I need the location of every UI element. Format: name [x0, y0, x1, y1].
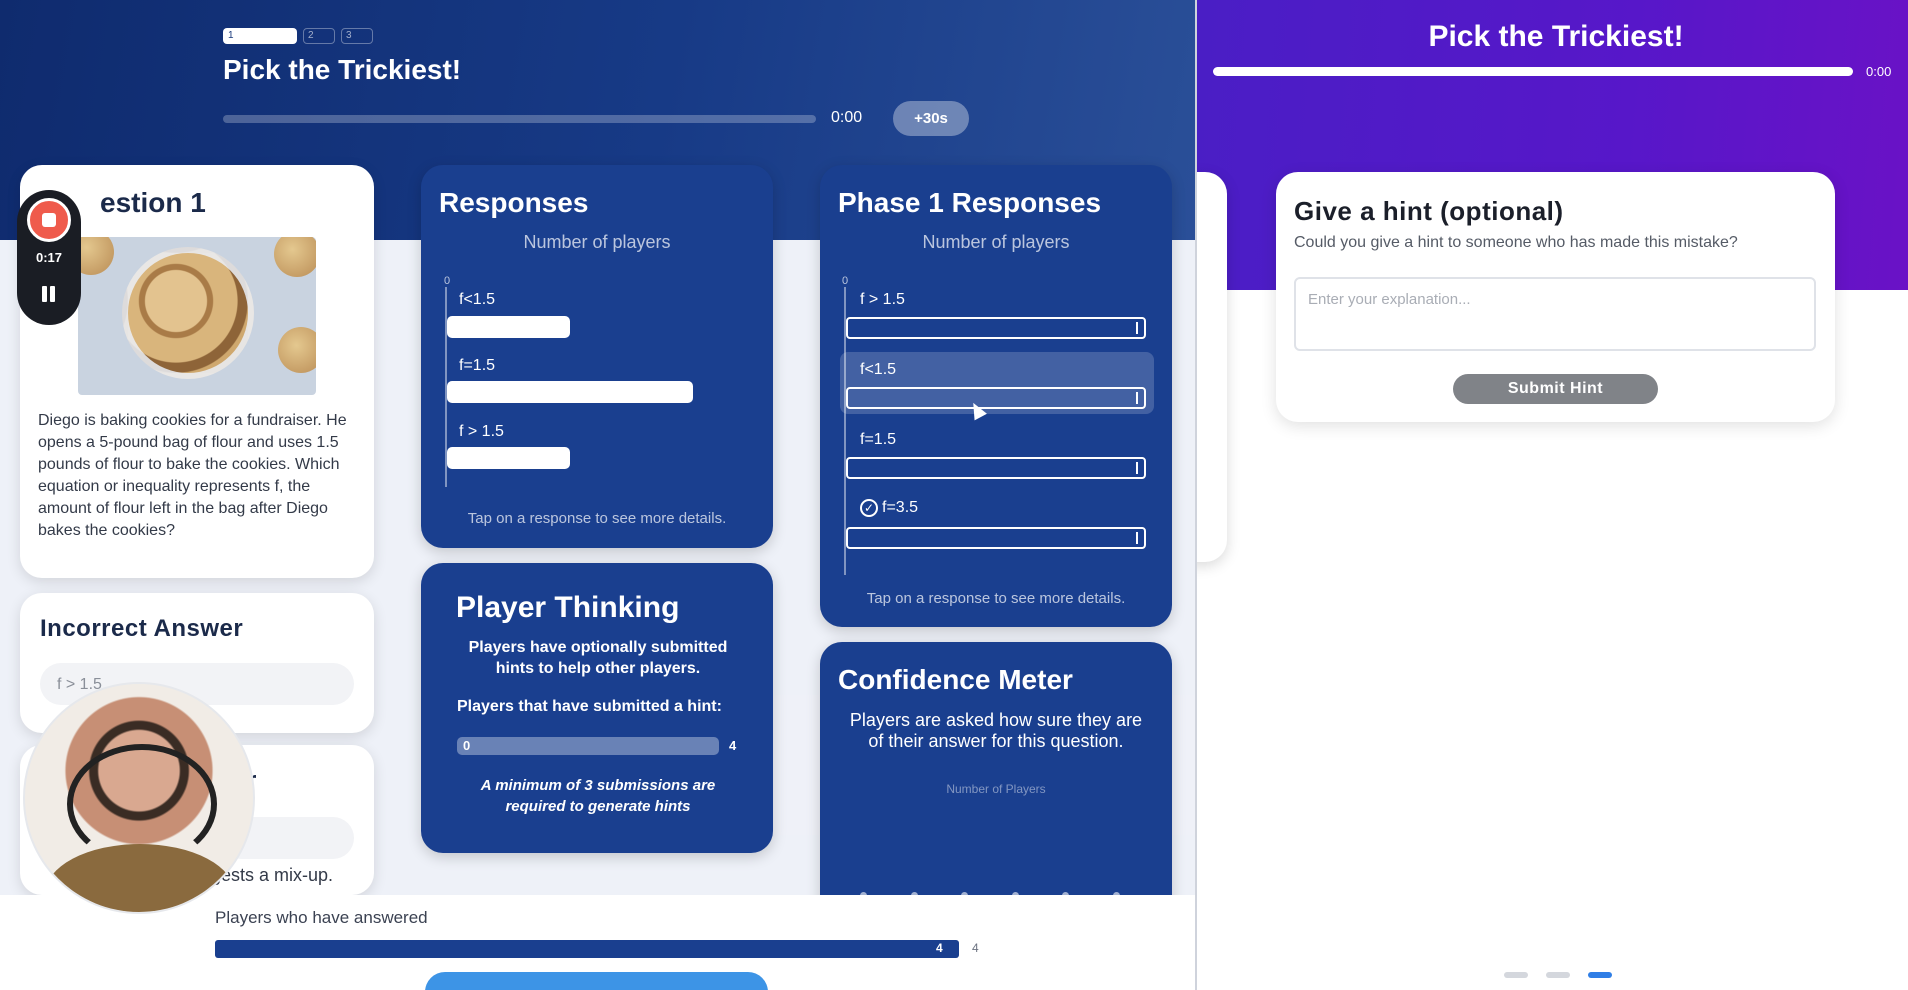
phase1-subtitle: Number of players [922, 232, 1070, 252]
check-circle-icon: ✓ [860, 499, 878, 517]
question-image [78, 237, 316, 395]
answered-progress-fill [215, 940, 959, 958]
answered-label: Players who have answered [215, 908, 428, 927]
hint-bar-min: 0 [463, 738, 471, 753]
student-pane: Pick the Trickiest! 0:00 Give a hint (op… [1197, 0, 1908, 990]
responses-title: Responses [439, 187, 589, 218]
pager [1504, 972, 1612, 978]
phase1-footer: Tap on a response to see more details. [866, 590, 1126, 607]
page-title: Pick the Trickiest! [223, 54, 462, 85]
step-pill-2[interactable]: 2 [303, 28, 335, 44]
phase1-label: f=1.5 [860, 431, 897, 448]
cookie-shape [274, 237, 316, 277]
answered-count: 4 [936, 941, 943, 955]
cookie-shape [278, 327, 316, 373]
responses-card: Responses Number of players 0 f<1.5 f=1.… [421, 165, 773, 548]
teacher-pane: 1 2 3 Pick the Trickiest! 0:00 +30s esti… [0, 0, 1195, 990]
phase1-title: Phase 1 Responses [838, 187, 1102, 218]
confidence-description: Players are asked how sure they are of t… [849, 710, 1143, 751]
player-thinking-note: A minimum of 3 submissions are required … [480, 777, 716, 815]
response-label: f<1.5 [459, 291, 496, 308]
response-bar[interactable] [447, 316, 570, 338]
stop-icon[interactable] [27, 198, 71, 242]
player-thinking-subtitle: Players that have submitted a hint: [457, 698, 722, 715]
pager-dot-active[interactable] [1588, 972, 1612, 978]
question-text: Diego is baking cookies for a fundraiser… [38, 412, 347, 539]
confidence-subtitle: Number of Players [946, 782, 1046, 796]
response-bar[interactable] [447, 447, 570, 469]
responses-footer: Tap on a response to see more details. [467, 510, 727, 527]
player-thinking-description: Players have optionally submitted hints … [468, 639, 728, 677]
response-label: f=1.5 [459, 357, 496, 374]
pager-dot[interactable] [1504, 972, 1528, 978]
step-pill-3[interactable]: 3 [341, 28, 373, 44]
recording-time: 0:17 [35, 250, 63, 265]
timer-text: 0:00 [831, 109, 863, 126]
student-title: Pick the Trickiest! [1428, 20, 1684, 53]
step-indicator: 1 2 3 [223, 28, 373, 44]
phase1-bar[interactable] [846, 457, 1146, 479]
student-timer-text: 0:00 [1866, 64, 1892, 79]
phase1-bar[interactable] [846, 387, 1146, 409]
response-label: f > 1.5 [459, 423, 504, 440]
phase1-label-text: f=3.5 [882, 499, 919, 517]
phase1-bar[interactable] [846, 527, 1146, 549]
player-thinking-title: Player Thinking [456, 591, 680, 624]
player-thinking-card: Player Thinking Players have optionally … [421, 563, 773, 853]
hint-subtitle: Could you give a hint to someone who has… [1294, 234, 1738, 251]
axis-zero-label: 0 [444, 275, 451, 287]
cookie-shape [78, 237, 114, 275]
phase1-label-correct: ✓ f=3.5 [860, 499, 918, 517]
axis-zero-label: 0 [842, 275, 849, 287]
hint-title: Give a hint (optional) [1294, 196, 1564, 226]
response-bar[interactable] [447, 381, 693, 403]
pause-icon[interactable] [41, 286, 57, 304]
student-timer-bar [1213, 67, 1853, 76]
add-time-button[interactable]: +30s [893, 101, 969, 136]
webcam-bubble[interactable] [23, 682, 255, 914]
step-pill-1[interactable]: 1 [223, 28, 297, 44]
pager-dot[interactable] [1546, 972, 1570, 978]
screen-root: 1 2 3 Pick the Trickiest! 0:00 +30s esti… [0, 0, 1908, 990]
recording-widget: 0:17 [17, 190, 81, 325]
confidence-title: Confidence Meter [838, 664, 1073, 695]
question-title: estion 1 [100, 187, 206, 218]
presenter-shirt [45, 844, 235, 912]
next-button[interactable] [425, 972, 768, 990]
cookie-jar [122, 247, 254, 379]
incorrect-answer-title: Incorrect Answer [40, 615, 244, 642]
answer-options-card [1197, 172, 1227, 562]
answered-total: 4 [972, 941, 979, 955]
hint-bar-max: 4 [729, 738, 737, 753]
responses-subtitle: Number of players [523, 232, 671, 252]
phase1-label: f<1.5 [860, 361, 897, 378]
phase1-bar[interactable] [846, 317, 1146, 339]
phase1-responses-card: Phase 1 Responses Number of players 0 f … [820, 165, 1172, 627]
timer-progress-bar [223, 115, 816, 123]
phase1-label: f > 1.5 [860, 291, 905, 308]
hint-submissions-bar [457, 737, 719, 755]
submit-hint-button[interactable]: Submit Hint [1453, 374, 1658, 404]
hint-card: Give a hint (optional) Could you give a … [1276, 172, 1835, 422]
hint-input[interactable] [1294, 277, 1816, 351]
